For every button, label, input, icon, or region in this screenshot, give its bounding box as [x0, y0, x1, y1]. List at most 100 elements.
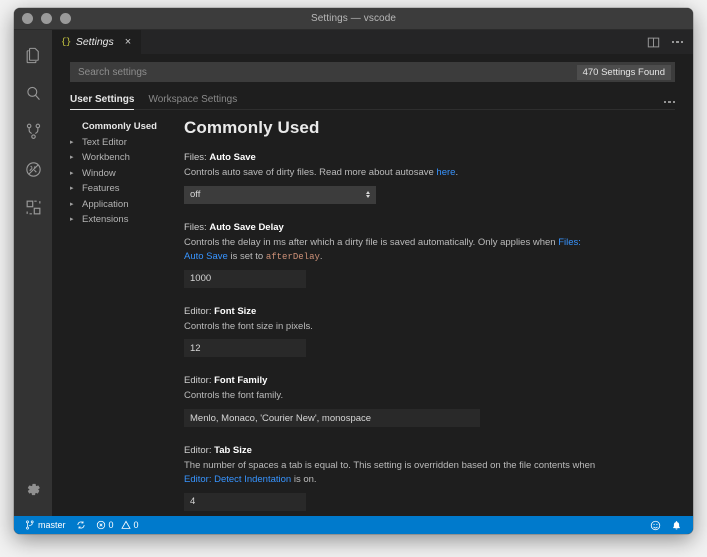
files-icon [24, 46, 43, 65]
toc-label: Features [82, 183, 120, 194]
toc-label: Commonly Used [82, 121, 157, 132]
toc-label: Workbench [82, 152, 130, 163]
window-title: Settings — vscode [310, 13, 397, 24]
smiley-icon [650, 520, 661, 531]
chevron-right-icon: ▸ [70, 169, 74, 177]
setting-description: Controls auto save of dirty files. Read … [184, 166, 602, 180]
settings-list[interactable]: Commonly Used Files: Auto Save Controls … [184, 110, 693, 516]
tab-user-settings[interactable]: User Settings [70, 94, 135, 110]
tab-workspace-settings[interactable]: Workspace Settings [148, 94, 237, 109]
setting-select-auto-save[interactable]: off [184, 185, 376, 204]
bell-icon [671, 520, 682, 531]
setting-input-tab-size[interactable] [184, 492, 306, 511]
setting-row: Editor: Font Family Controls the font fa… [184, 375, 673, 428]
status-problems[interactable]: 0 0 [91, 516, 144, 534]
chevron-right-icon: ▸ [70, 138, 74, 146]
desc-link[interactable]: Editor: Detect Indentation [184, 474, 291, 485]
desc-text: Controls the delay in ms after which a d… [184, 236, 559, 248]
setting-title: Editor: Tab Size [184, 445, 673, 456]
setting-category: Editor: [184, 445, 215, 457]
setting-input-font-size[interactable] [184, 339, 306, 358]
desc-code: afterDelay [265, 251, 320, 262]
toc-item-text-editor[interactable]: ▸ Text Editor [70, 136, 184, 149]
toc-item-commonly-used[interactable]: Commonly Used [70, 120, 184, 133]
close-icon[interactable]: × [125, 36, 131, 48]
toc-label: Application [82, 198, 129, 210]
toc-label: Text Editor [82, 136, 127, 148]
status-error-count: 0 [108, 520, 114, 530]
tab-bar: {} Settings × [52, 30, 693, 54]
toc-item-workbench[interactable]: ▸ Workbench [70, 151, 184, 164]
status-bar: master 0 0 [14, 516, 693, 534]
setting-input-font-family[interactable] [184, 409, 480, 428]
setting-description: The number of spaces a tab is equal to. … [184, 459, 602, 487]
braces-icon: {} [61, 37, 71, 47]
status-feedback[interactable] [645, 516, 666, 534]
setting-description: Controls the font family. [184, 390, 284, 402]
desc-link[interactable]: here [436, 167, 455, 178]
desc-text-mid: is set to [227, 250, 266, 262]
search-icon [24, 84, 43, 103]
setting-title: Editor: Font Size [184, 306, 673, 317]
setting-input-auto-save-delay[interactable] [184, 269, 306, 288]
activity-bar [14, 30, 52, 516]
activity-item-search[interactable] [14, 74, 52, 112]
setting-description: Controls the delay in ms after which a d… [184, 236, 602, 264]
select-value: off [190, 189, 201, 201]
screen: Settings — vscode {} Settings × Search s… [0, 0, 707, 557]
status-sync[interactable] [71, 516, 91, 534]
toc-item-extensions[interactable]: ▸ Extensions [70, 213, 184, 226]
toc-item-window[interactable]: ▸ Window [70, 167, 184, 180]
tab-settings[interactable]: {} Settings × [52, 30, 142, 54]
settings-scrollbar[interactable] [688, 156, 693, 494]
close-button[interactable] [22, 13, 33, 24]
toc-label: Extensions [82, 214, 129, 225]
minimize-button[interactable] [41, 13, 52, 24]
settings-scope-tabs: User Settings Workspace Settings [70, 88, 675, 110]
stepper-arrows-icon [366, 191, 370, 199]
activity-item-source-control[interactable] [14, 112, 52, 150]
search-box[interactable]: 470 Settings Found [70, 62, 675, 82]
desc-text: The number of spaces a tab is equal to. … [184, 460, 596, 472]
setting-row: Editor: Font Size Controls the font size… [184, 306, 673, 358]
activity-item-extensions[interactable] [14, 188, 52, 226]
editor-actions [647, 30, 694, 54]
toc-item-application[interactable]: ▸ Application [70, 198, 184, 211]
settings-content: Commonly Used ▸ Text Editor ▸ Workbench [52, 110, 693, 516]
setting-name: Auto Save Delay [209, 221, 284, 233]
desc-text-end: . [455, 167, 459, 178]
settings-search-row: 470 Settings Found [52, 54, 693, 82]
setting-category: Files: [184, 221, 210, 233]
desc-text: Controls auto save of dirty files. Read … [184, 167, 437, 178]
search-input[interactable] [78, 66, 577, 78]
toc-item-features[interactable]: ▸ Features [70, 182, 184, 195]
git-branch-icon [25, 520, 35, 530]
chevron-right-icon: ▸ [70, 185, 74, 192]
warning-icon [120, 520, 131, 530]
status-bar-right [645, 516, 687, 534]
split-editor-icon[interactable] [647, 36, 660, 49]
activity-item-debug[interactable] [14, 150, 52, 188]
settings-count-badge: 470 Settings Found [576, 64, 671, 80]
setting-title: Files: Auto Save [184, 152, 673, 163]
gear-icon [25, 481, 42, 498]
status-branch-label: master [38, 520, 66, 530]
page-title: Commonly Used [184, 118, 320, 137]
source-control-icon [24, 122, 43, 141]
ellipsis-icon[interactable] [671, 40, 683, 44]
status-notifications[interactable] [666, 516, 687, 534]
status-branch[interactable]: master [20, 516, 71, 534]
workbench-body: {} Settings × Search settings 470 Settin… [14, 30, 693, 516]
titlebar: Settings — vscode [14, 8, 693, 30]
activity-item-manage[interactable] [14, 470, 52, 508]
activity-item-explorer[interactable] [14, 36, 52, 74]
chevron-right-icon: ▸ [70, 200, 74, 208]
settings-toc: Commonly Used ▸ Text Editor ▸ Workbench [52, 110, 184, 516]
editor-area: {} Settings × Search settings 470 Settin… [52, 30, 693, 516]
extensions-icon [24, 198, 43, 217]
setting-title: Files: Auto Save Delay [184, 222, 673, 233]
setting-row: Files: Auto Save Controls auto save of d… [184, 152, 673, 204]
setting-name: Font Size [214, 305, 257, 317]
settings-more-actions-icon[interactable] [663, 100, 675, 110]
maximize-button[interactable] [60, 13, 71, 24]
